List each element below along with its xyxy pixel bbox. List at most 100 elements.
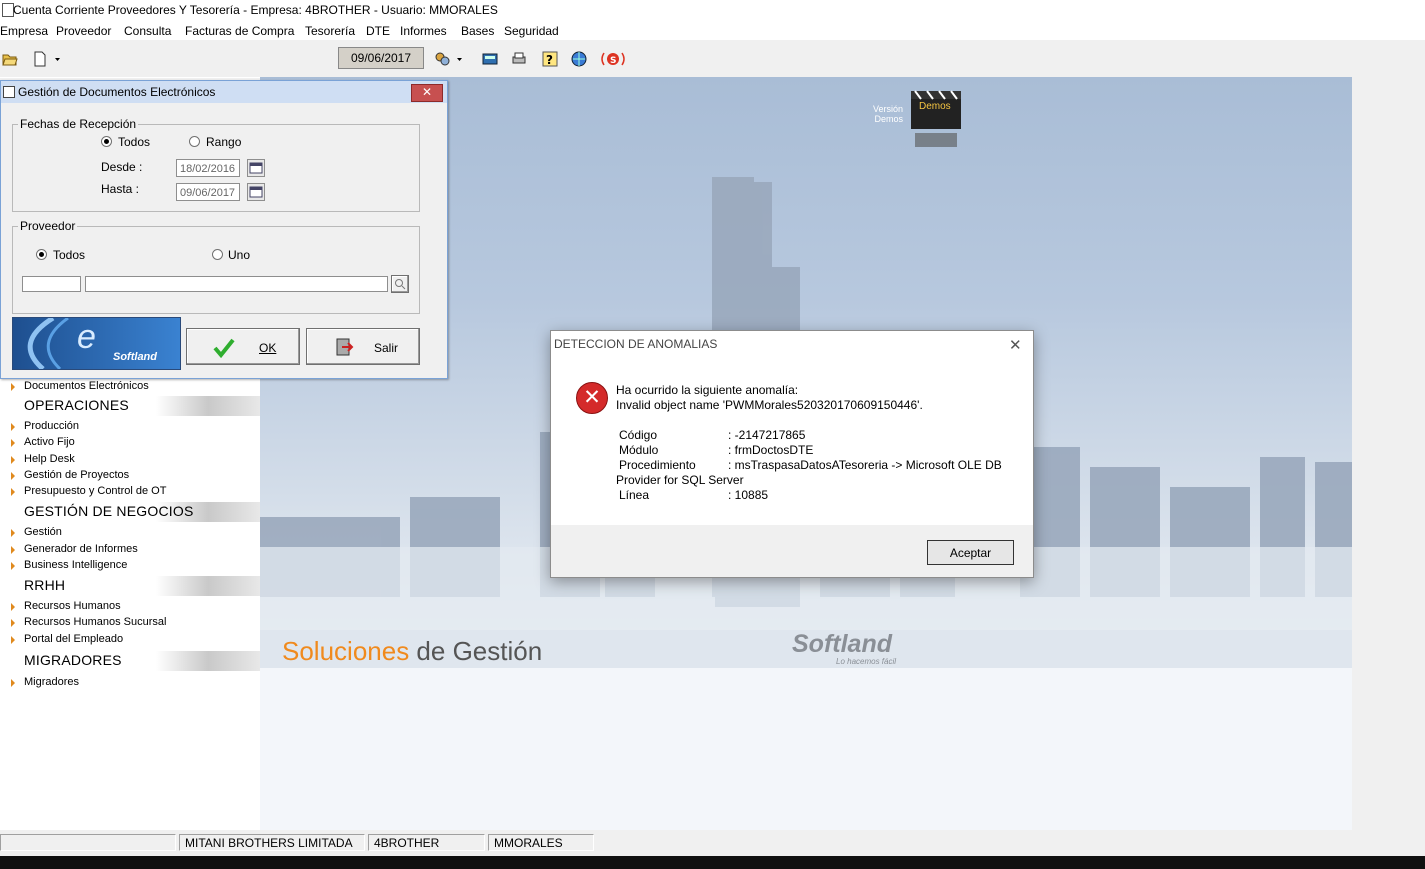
- sidebar-item-presupuesto-ot[interactable]: Presupuesto y Control de OT: [24, 485, 166, 497]
- linea-value: : 10885: [728, 488, 769, 502]
- hasta-date-field[interactable]: 09/06/2017: [176, 183, 240, 201]
- radio-fechas-rango[interactable]: [189, 136, 200, 147]
- users-settings-icon[interactable]: [434, 51, 450, 67]
- calendar-icon[interactable]: [247, 159, 265, 177]
- demo-clapper-icon: Demos: [911, 89, 961, 151]
- menu-tesoreria[interactable]: Tesorería: [305, 24, 355, 38]
- svg-text:S: S: [610, 56, 616, 66]
- module-sidebar: Documentos Electrónicos OPERACIONES Prod…: [0, 377, 260, 830]
- section-header-migradores: MIGRADORES: [0, 651, 260, 671]
- error-dialog-title: DETECCION DE ANOMALIAS: [554, 337, 718, 351]
- doc-management-window: Gestión de Documentos Electrónicos ✕ Fec…: [0, 80, 448, 379]
- softland-signal-icon[interactable]: S: [599, 51, 627, 67]
- radio-proveedor-todos-label: Todos: [53, 248, 86, 262]
- sidebar-item-activo-fijo[interactable]: Activo Fijo: [24, 436, 75, 448]
- arrow-right-icon: [11, 488, 15, 496]
- arrow-right-icon: [11, 472, 15, 480]
- radio-proveedor-todos[interactable]: [36, 249, 47, 260]
- status-empresa: MITANI BROTHERS LIMITADA: [179, 834, 365, 851]
- menu-bases[interactable]: Bases: [461, 24, 494, 38]
- aceptar-button[interactable]: Aceptar: [927, 540, 1014, 565]
- softland-e-logo: e Softland: [12, 317, 181, 370]
- menu-dte[interactable]: DTE: [366, 24, 390, 38]
- radio-proveedor-uno[interactable]: [212, 249, 223, 260]
- codigo-value: : -2147217865: [728, 428, 806, 442]
- printer-icon[interactable]: [511, 51, 527, 67]
- menu-proveedor[interactable]: Proveedor: [56, 24, 111, 38]
- linea-label: Línea: [619, 488, 650, 502]
- hasta-label: Hasta :: [101, 182, 140, 196]
- calendar-icon[interactable]: [247, 183, 265, 201]
- window-title: Cuenta Corriente Proveedores Y Tesorería…: [13, 3, 498, 17]
- sidebar-item-gestion-proyectos[interactable]: Gestión de Proyectos: [24, 469, 129, 481]
- salir-button[interactable]: Salir: [306, 328, 420, 365]
- sidebar-item-produccion[interactable]: Producción: [24, 420, 79, 432]
- error-icon: ✕: [576, 382, 608, 414]
- arrow-right-icon: [11, 619, 15, 627]
- proveedor-code-input[interactable]: [22, 276, 81, 292]
- check-icon: [213, 338, 235, 358]
- section-header-operaciones: OPERACIONES: [0, 396, 260, 416]
- proveedor-name-input[interactable]: [85, 276, 388, 292]
- help-icon[interactable]: ?: [542, 51, 558, 67]
- toolbar: ? S: [0, 41, 1425, 78]
- procedimiento-value-cont: Provider for SQL Server: [616, 473, 744, 487]
- arrow-right-icon: [11, 679, 15, 687]
- open-folder-icon[interactable]: [2, 51, 18, 67]
- menu-facturas-de-compra[interactable]: Facturas de Compra: [185, 24, 294, 38]
- calculator-icon[interactable]: [482, 51, 498, 67]
- status-codigo: 4BROTHER: [368, 834, 485, 851]
- arrow-right-icon: [11, 439, 15, 447]
- arrow-right-icon: [11, 562, 15, 570]
- arrow-right-icon: [11, 423, 15, 431]
- sidebar-item-documentos-electronicos[interactable]: Documentos Electrónicos: [24, 380, 149, 392]
- ok-button[interactable]: OK: [186, 328, 300, 365]
- sidebar-item-recursos-humanos[interactable]: Recursos Humanos: [24, 600, 121, 612]
- arrow-right-icon: [11, 456, 15, 464]
- window-icon: [3, 86, 15, 98]
- menu-seguridad[interactable]: Seguridad: [504, 24, 559, 38]
- menu-empresa[interactable]: Empresa: [0, 24, 48, 38]
- chevron-down-icon[interactable]: [456, 51, 464, 67]
- procedimiento-label: Procedimiento: [619, 458, 696, 472]
- status-panel-empty: [0, 834, 176, 851]
- sidebar-item-rrhh-sucursal[interactable]: Recursos Humanos Sucursal: [24, 616, 166, 628]
- sidebar-item-gestion[interactable]: Gestión: [24, 526, 62, 538]
- version-label: Versión Demos: [873, 104, 904, 124]
- error-dialog: DETECCION DE ANOMALIAS ✕ ✕ Ha ocurrido l…: [550, 330, 1034, 578]
- menu-consulta[interactable]: Consulta: [124, 24, 171, 38]
- error-message-detail: Invalid object name 'PWMMorales520320170…: [616, 398, 923, 412]
- close-icon[interactable]: ✕: [411, 84, 443, 102]
- radio-proveedor-uno-label: Uno: [228, 248, 251, 262]
- arrow-right-icon: [11, 636, 15, 644]
- desde-date-field[interactable]: 18/02/2016: [176, 159, 240, 177]
- chevron-down-icon[interactable]: [54, 51, 62, 67]
- softland-logo: Softland: [792, 630, 892, 658]
- section-header-gestion-negocios: GESTIÓN DE NEGOCIOS: [0, 502, 260, 522]
- search-icon[interactable]: [391, 275, 409, 293]
- section-header-rrhh: RRHH: [0, 576, 260, 596]
- sidebar-item-business-intelligence[interactable]: Business Intelligence: [24, 559, 127, 571]
- os-taskbar: [0, 856, 1425, 869]
- svg-text:?: ?: [546, 53, 553, 67]
- radio-fechas-todos-label: Todos: [118, 135, 151, 149]
- arrow-right-icon: [11, 546, 15, 554]
- doc-window-title: Gestión de Documentos Electrónicos: [18, 85, 216, 99]
- codigo-label: Código: [619, 428, 658, 442]
- proveedor-group: [12, 226, 420, 314]
- doc-window-titlebar[interactable]: Gestión de Documentos Electrónicos: [1, 81, 447, 103]
- session-date[interactable]: 09/06/2017: [338, 47, 424, 69]
- sidebar-item-portal-empleado[interactable]: Portal del Empleado: [24, 633, 123, 645]
- modulo-value: : frmDoctosDTE: [728, 443, 814, 457]
- sidebar-item-help-desk[interactable]: Help Desk: [24, 453, 75, 465]
- radio-fechas-todos[interactable]: [101, 136, 112, 147]
- menu-informes[interactable]: Informes: [400, 24, 447, 38]
- sidebar-item-generador-informes[interactable]: Generador de Informes: [24, 543, 138, 555]
- sidebar-item-migradores[interactable]: Migradores: [24, 676, 79, 688]
- modulo-label: Módulo: [619, 443, 659, 457]
- globe-icon[interactable]: [571, 51, 587, 67]
- new-document-icon[interactable]: [32, 51, 48, 67]
- tagline: Soluciones de Gestión: [282, 636, 543, 666]
- close-icon[interactable]: ✕: [1009, 336, 1022, 354]
- fechas-recepcion-legend: Fechas de Recepción: [18, 117, 139, 131]
